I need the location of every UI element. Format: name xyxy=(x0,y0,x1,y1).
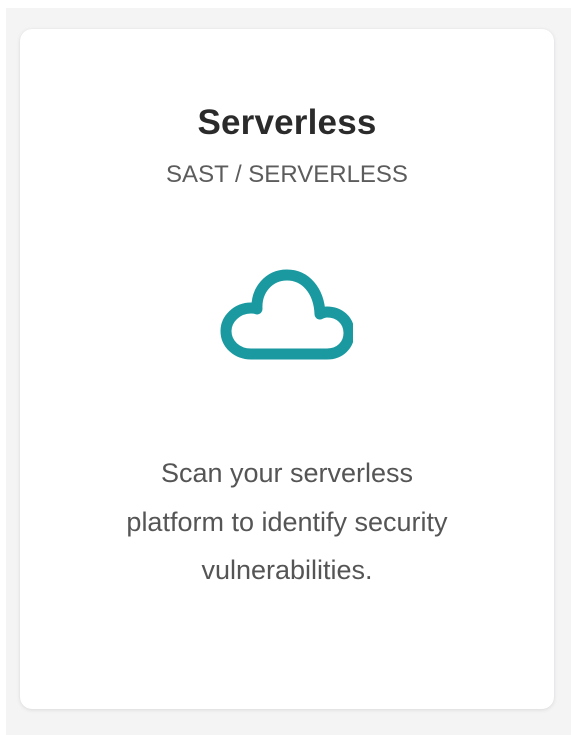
card-title: Serverless xyxy=(197,103,377,142)
card-description: Scan your serverless platform to identif… xyxy=(126,458,448,585)
card-subtitle: SAST / SERVERLESS xyxy=(166,161,408,188)
cloud-icon xyxy=(219,268,353,362)
serverless-card[interactable]: Serverless SAST / SERVERLESS Scan your s… xyxy=(20,29,554,709)
